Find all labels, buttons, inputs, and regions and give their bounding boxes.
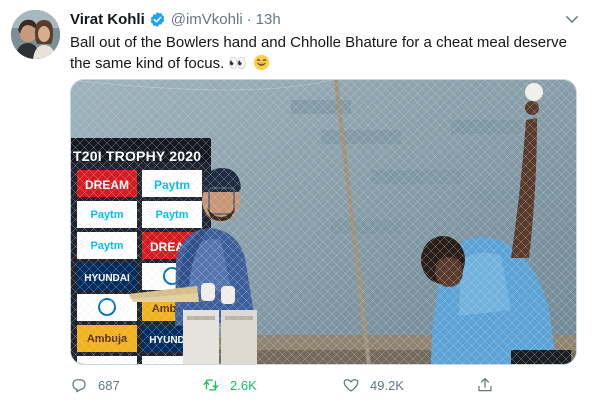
retweet-count: 2.6K (230, 377, 257, 393)
tweet-text: Ball out of the Bowlers hand and Chholle… (70, 32, 570, 74)
tweet-card[interactable]: Virat Kohli @imVkohli · 13h Ball out of … (0, 0, 597, 407)
like-button[interactable]: 49.2K (342, 374, 404, 396)
chevron-down-icon[interactable] (563, 10, 581, 28)
tweet-text-body: Ball out of the Bowlers hand and Chholle… (70, 34, 567, 72)
tweet-actions: 687 2.6K 49.2K (70, 374, 577, 396)
reply-icon (72, 379, 86, 393)
reply-button[interactable]: 687 (70, 374, 120, 396)
share-icon (478, 377, 492, 392)
like-icon (343, 379, 359, 392)
sponsor-board-title: T20I TROPHY 2020 (73, 148, 202, 164)
tweet-photo[interactable]: DREAM Paytm Paytm Paytm Paytm DREAM HYUN… (70, 79, 577, 365)
like-count: 49.2K (370, 377, 404, 393)
retweet-icon (203, 379, 219, 391)
share-button[interactable] (476, 374, 494, 396)
avatar[interactable] (11, 10, 60, 59)
tweet-header: Virat Kohli @imVkohli · 13h (70, 9, 281, 29)
reply-count: 687 (98, 377, 120, 393)
author-name[interactable]: Virat Kohli (70, 11, 145, 28)
retweet-button[interactable]: 2.6K (202, 374, 257, 396)
verified-badge-icon (149, 11, 166, 28)
grinning-emoji-icon (253, 54, 270, 71)
author-handle[interactable]: @imVkohli (171, 11, 243, 28)
timestamp[interactable]: 13h (256, 11, 281, 28)
separator-dot: · (246, 10, 252, 28)
